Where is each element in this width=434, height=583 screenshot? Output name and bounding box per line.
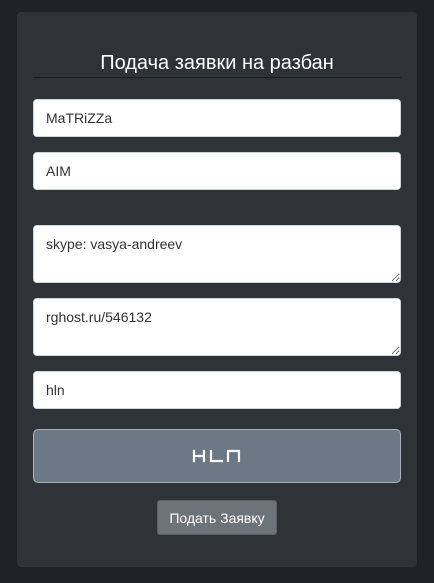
weapon-input[interactable]	[33, 152, 401, 190]
form-panel: Подача заявки на разбан skype: vasya-and…	[17, 12, 417, 567]
demo-link-textarea[interactable]: rghost.ru/546132	[33, 298, 401, 356]
contact-textarea[interactable]: skype: vasya-andreev	[33, 225, 401, 283]
nickname-input[interactable]	[33, 99, 401, 137]
submit-application-button[interactable]: Подать Заявку	[157, 500, 277, 535]
form-title: Подача заявки на разбан	[100, 52, 334, 74]
title-divider	[33, 77, 401, 78]
hln-logo-banner	[33, 429, 401, 483]
clan-input[interactable]	[33, 371, 401, 409]
hln-logo	[192, 449, 241, 463]
